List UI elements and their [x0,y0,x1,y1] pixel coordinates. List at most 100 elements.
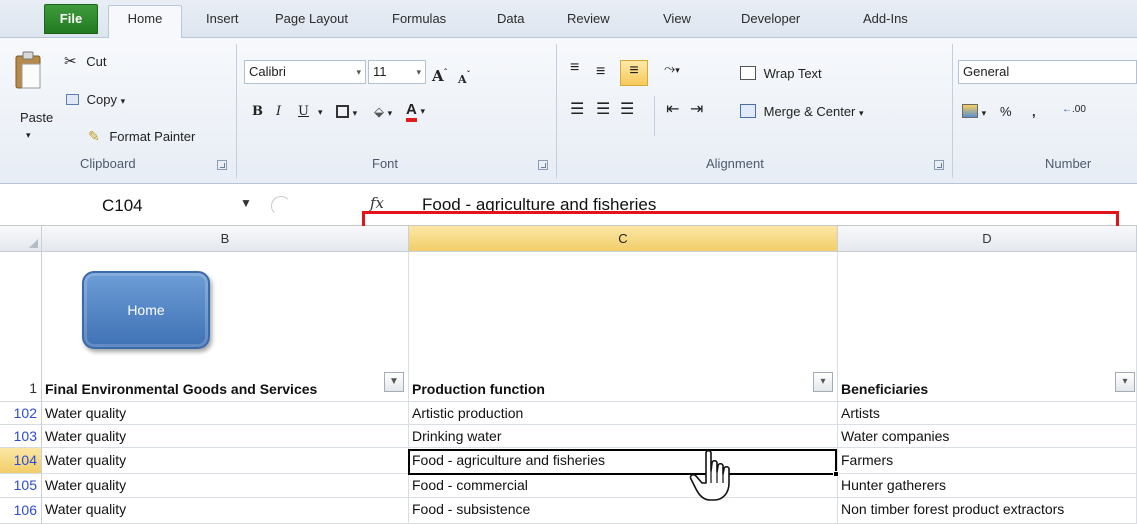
filter-active-icon[interactable]: ▼ [384,372,404,392]
column-header-c[interactable]: C [409,226,838,252]
format-painter-button[interactable]: ✎ Format Painter [88,126,195,147]
table-cell-d[interactable]: Water companies [838,425,1137,448]
worksheet-grid: B C D 1 Final Environmental Goods and Se… [0,226,1137,524]
tab-insert[interactable]: Insert [206,6,239,38]
table-cell-b[interactable]: Water quality [42,498,409,524]
table-cell-d[interactable]: Non timber forest product extractors [838,498,1137,524]
paint-bucket-icon: ⬙ [374,104,384,119]
clipboard-dialog-launcher-icon[interactable] [217,160,227,170]
table-cell-d[interactable]: Artists [838,402,1137,425]
tab-home[interactable]: Home [108,5,182,39]
align-center-icon[interactable]: ☰ [596,100,610,120]
table-cell-c[interactable]: Food - commercial [409,474,838,498]
header-cell-d[interactable]: Beneficiaries [838,252,1137,402]
wrap-text-label: Wrap Text [763,66,822,81]
font-color-icon: A [406,101,417,122]
paste-dropdown-icon[interactable]: ▾ [26,130,31,141]
name-box[interactable]: C104 [6,192,264,220]
tab-file[interactable]: File [44,4,98,34]
wrap-text-button[interactable]: Wrap Text [740,64,822,84]
number-format-combo[interactable]: General [958,60,1137,84]
merge-center-label: Merge & Center [763,104,856,119]
grow-font-button[interactable]: Aˆ [432,62,448,86]
table-cell-b[interactable]: Water quality [42,474,409,498]
chevron-down-icon: ▾ [981,108,987,118]
font-name-combo[interactable]: Calibri ▾ [244,60,366,84]
fill-color-button[interactable]: ⬙ ▾ [374,102,392,123]
copy-dropdown-icon: ▾ [120,96,126,106]
table-cell-c[interactable]: Food - subsistence [409,498,838,524]
paintbrush-icon: ✎ [88,128,100,144]
column-header-d[interactable]: D [838,226,1137,252]
chevron-down-icon: ▾ [859,108,864,118]
chevron-down-icon[interactable]: ▾ [318,102,323,122]
bold-button[interactable]: B [252,102,263,122]
row-header-1[interactable]: 1 [0,252,42,402]
filter-dropdown-icon[interactable]: ▾ [1115,372,1135,392]
merge-center-button[interactable]: Merge & Center ▾ [740,102,864,123]
tab-developer[interactable]: Developer [741,6,800,38]
insert-function-icon[interactable]: fx [370,194,384,212]
cut-button[interactable]: ✂ Cut [64,52,106,72]
increase-indent-icon[interactable]: ⇥ [690,100,703,120]
row-header[interactable]: 103 [0,425,42,448]
align-bottom-icon[interactable]: ≡ [620,60,648,86]
font-size-value: 11 [373,64,387,79]
column-header-b[interactable]: B [42,226,409,252]
row-header[interactable]: 105 [0,474,42,498]
row-header[interactable]: 106 [0,498,42,524]
increase-decimal-icon: ← [1062,104,1072,115]
header-cell-c[interactable]: Production function [409,252,838,402]
align-top-icon[interactable]: ≡ [570,58,579,78]
chevron-down-icon[interactable]: ▼ [240,196,252,210]
table-cell-b[interactable]: Water quality [42,425,409,448]
table-cell-d[interactable]: Farmers [838,448,1137,474]
tab-view[interactable]: View [663,6,691,38]
home-shape-button[interactable]: Home [82,271,210,349]
copy-button[interactable]: Copy ▾ [66,90,125,111]
ribbon-home: Paste ▾ ✂ Cut Copy ▾ ✎ Format Painter Cl… [0,38,1137,184]
tab-page-layout[interactable]: Page Layout [275,6,348,38]
font-color-button[interactable]: A ▾ [406,100,425,122]
font-dialog-launcher-icon[interactable] [538,160,548,170]
accounting-format-button[interactable]: ▾ [962,102,986,123]
table-cell-d[interactable]: Hunter gatherers [838,474,1137,498]
wrap-text-icon [740,66,756,80]
row-header[interactable]: 102 [0,402,42,425]
select-all-button[interactable] [0,226,42,252]
shrink-font-button[interactable]: Aˇ [458,64,471,90]
orientation-icon[interactable]: ⤳▾ [664,58,680,80]
table-cell-b[interactable]: Water quality [42,448,409,474]
clipboard-group-label: Clipboard [80,156,136,171]
align-middle-icon[interactable]: ≡ [596,62,605,82]
alignment-dialog-launcher-icon[interactable] [934,160,944,170]
comma-style-button[interactable]: , [1032,102,1036,122]
paste-label[interactable]: Paste [20,110,53,125]
tab-review[interactable]: Review [567,6,610,38]
align-left-icon[interactable]: ☰ [570,100,584,120]
table-cell-b[interactable]: Water quality [42,402,409,425]
scissors-icon: ✂ [64,53,77,70]
chevron-down-icon: ▾ [352,108,358,118]
fill-handle[interactable] [833,471,839,477]
tab-formulas[interactable]: Formulas [392,6,446,38]
tab-data[interactable]: Data [497,6,524,38]
font-size-combo[interactable]: 11 ▾ [368,60,426,84]
filter-dropdown-icon[interactable]: ▾ [813,372,833,392]
align-right-icon[interactable]: ☰ [620,100,634,120]
group-divider [952,44,953,178]
paste-button[interactable] [14,50,44,92]
formula-bar-resize-icon [271,196,291,216]
table-cell-c[interactable]: Drinking water [409,425,838,448]
percent-style-button[interactable]: % [1000,102,1012,122]
chevron-down-icon: ▾ [387,108,393,118]
row-header-selected[interactable]: 104 [0,448,42,474]
table-cell-c[interactable]: Artistic production [409,402,838,425]
underline-button[interactable]: U [298,102,309,122]
tab-add-ins[interactable]: Add-Ins [863,6,908,38]
italic-button[interactable]: I [276,102,281,122]
borders-button[interactable]: ▾ [336,102,357,123]
header-label-c: Production function [412,381,545,397]
increase-decimal-button[interactable]: ←.00 [1062,100,1086,120]
decrease-indent-icon[interactable]: ⇤ [666,100,679,120]
